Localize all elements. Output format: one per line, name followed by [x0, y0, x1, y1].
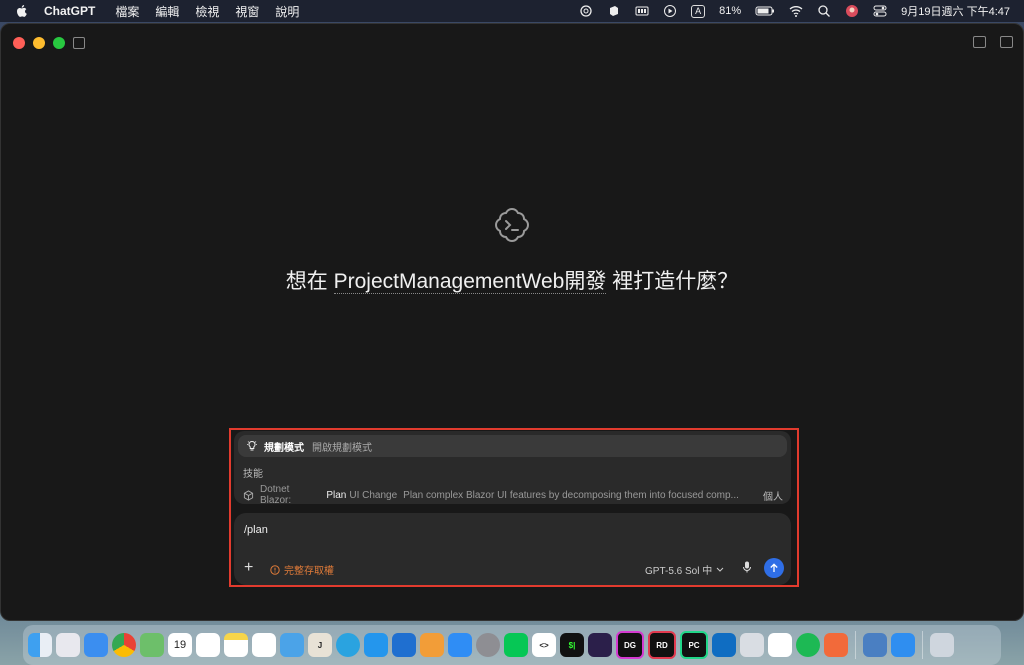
title-suffix: 裡打造什麼？: [612, 270, 739, 293]
dock-separator: [855, 631, 856, 659]
input-source-indicator[interactable]: A: [691, 4, 706, 18]
telegram-icon[interactable]: [336, 633, 360, 657]
play-status-icon[interactable]: [663, 4, 677, 18]
pycharm-icon[interactable]: PC: [680, 631, 708, 659]
dock-separator: [922, 631, 923, 659]
freeform-icon[interactable]: [252, 633, 276, 657]
calendar-icon[interactable]: 19: [168, 633, 192, 657]
window-controls: [13, 37, 65, 49]
downloads-icon[interactable]: [863, 633, 887, 657]
home-icon[interactable]: [280, 633, 304, 657]
finder-icon[interactable]: [28, 633, 52, 657]
notes-icon[interactable]: [224, 633, 248, 657]
datagrip-icon[interactable]: DG: [616, 631, 644, 659]
chatgpt-icon[interactable]: [768, 633, 792, 657]
launchpad-icon[interactable]: [56, 633, 80, 657]
codex-terminal-icon: [494, 207, 530, 243]
docker-icon[interactable]: [364, 633, 388, 657]
calendar-day: 19: [173, 639, 187, 651]
terminal-icon[interactable]: $|: [560, 633, 584, 657]
minimize-window-button[interactable]: [33, 37, 45, 49]
dock: 19 J <> $| DG RD PC: [23, 625, 1001, 665]
panel-bottom-icon[interactable]: [973, 36, 986, 48]
system-settings-icon[interactable]: [476, 633, 500, 657]
zoom-window-button[interactable]: [53, 37, 65, 49]
spotify-icon[interactable]: [796, 633, 820, 657]
menu-view[interactable]: 檢視: [195, 3, 219, 20]
menu-edit[interactable]: 編輯: [155, 3, 179, 20]
menubar-clock[interactable]: 9月19日週六 下午4:47: [901, 3, 1010, 19]
sketch-icon[interactable]: [824, 633, 848, 657]
windows-app-icon[interactable]: [891, 633, 915, 657]
user-avatar-icon[interactable]: [845, 4, 859, 18]
menu-app-name[interactable]: ChatGPT: [44, 4, 95, 18]
cube-status-icon[interactable]: [607, 4, 621, 18]
spotlight-search-icon[interactable]: [817, 4, 831, 18]
reminders-icon[interactable]: [196, 633, 220, 657]
memory-status-icon[interactable]: [635, 4, 649, 18]
close-window-button[interactable]: [13, 37, 25, 49]
control-center-icon[interactable]: [873, 4, 887, 18]
mail-icon[interactable]: [84, 633, 108, 657]
trash-icon[interactable]: [930, 633, 954, 657]
battery-icon[interactable]: [755, 4, 775, 18]
bluetooth-app-icon[interactable]: [392, 633, 416, 657]
window-toolbar-right: [973, 36, 1013, 48]
obsidian-icon[interactable]: [588, 633, 612, 657]
maps-icon[interactable]: [140, 633, 164, 657]
title-prefix: 想在: [285, 270, 328, 293]
app-store-icon[interactable]: [448, 633, 472, 657]
vscode-icon[interactable]: [712, 633, 736, 657]
menu-help[interactable]: 說明: [275, 3, 299, 20]
pages-icon[interactable]: [420, 633, 444, 657]
menu-file[interactable]: 檔案: [115, 3, 139, 20]
project-selector[interactable]: ProjectManagementWeb開發: [333, 270, 607, 294]
menu-window[interactable]: 視窗: [235, 3, 259, 20]
sidebar-toggle-icon[interactable]: [73, 37, 85, 49]
j-app-icon[interactable]: J: [308, 633, 332, 657]
rider-icon[interactable]: RD: [648, 631, 676, 659]
chrome-icon[interactable]: [112, 633, 136, 657]
xcode-dev-icon[interactable]: <>: [532, 633, 556, 657]
battery-percent[interactable]: 81%: [719, 5, 741, 17]
panel-right-icon[interactable]: [1000, 36, 1013, 48]
wifi-icon[interactable]: [789, 4, 803, 18]
menu-bar: ChatGPT 檔案 編輯 檢視 視窗 說明 A 81% 9月19日週六 下午4…: [0, 0, 1024, 22]
line-icon[interactable]: [504, 633, 528, 657]
apple-icon[interactable]: [14, 3, 30, 19]
annotation-highlight-box: [229, 428, 799, 587]
page-title: 想在 ProjectManagementWeb開發 裡打造什麼？: [0, 265, 1024, 295]
chatgpt-status-icon[interactable]: [579, 4, 593, 18]
preview-icon[interactable]: [740, 633, 764, 657]
